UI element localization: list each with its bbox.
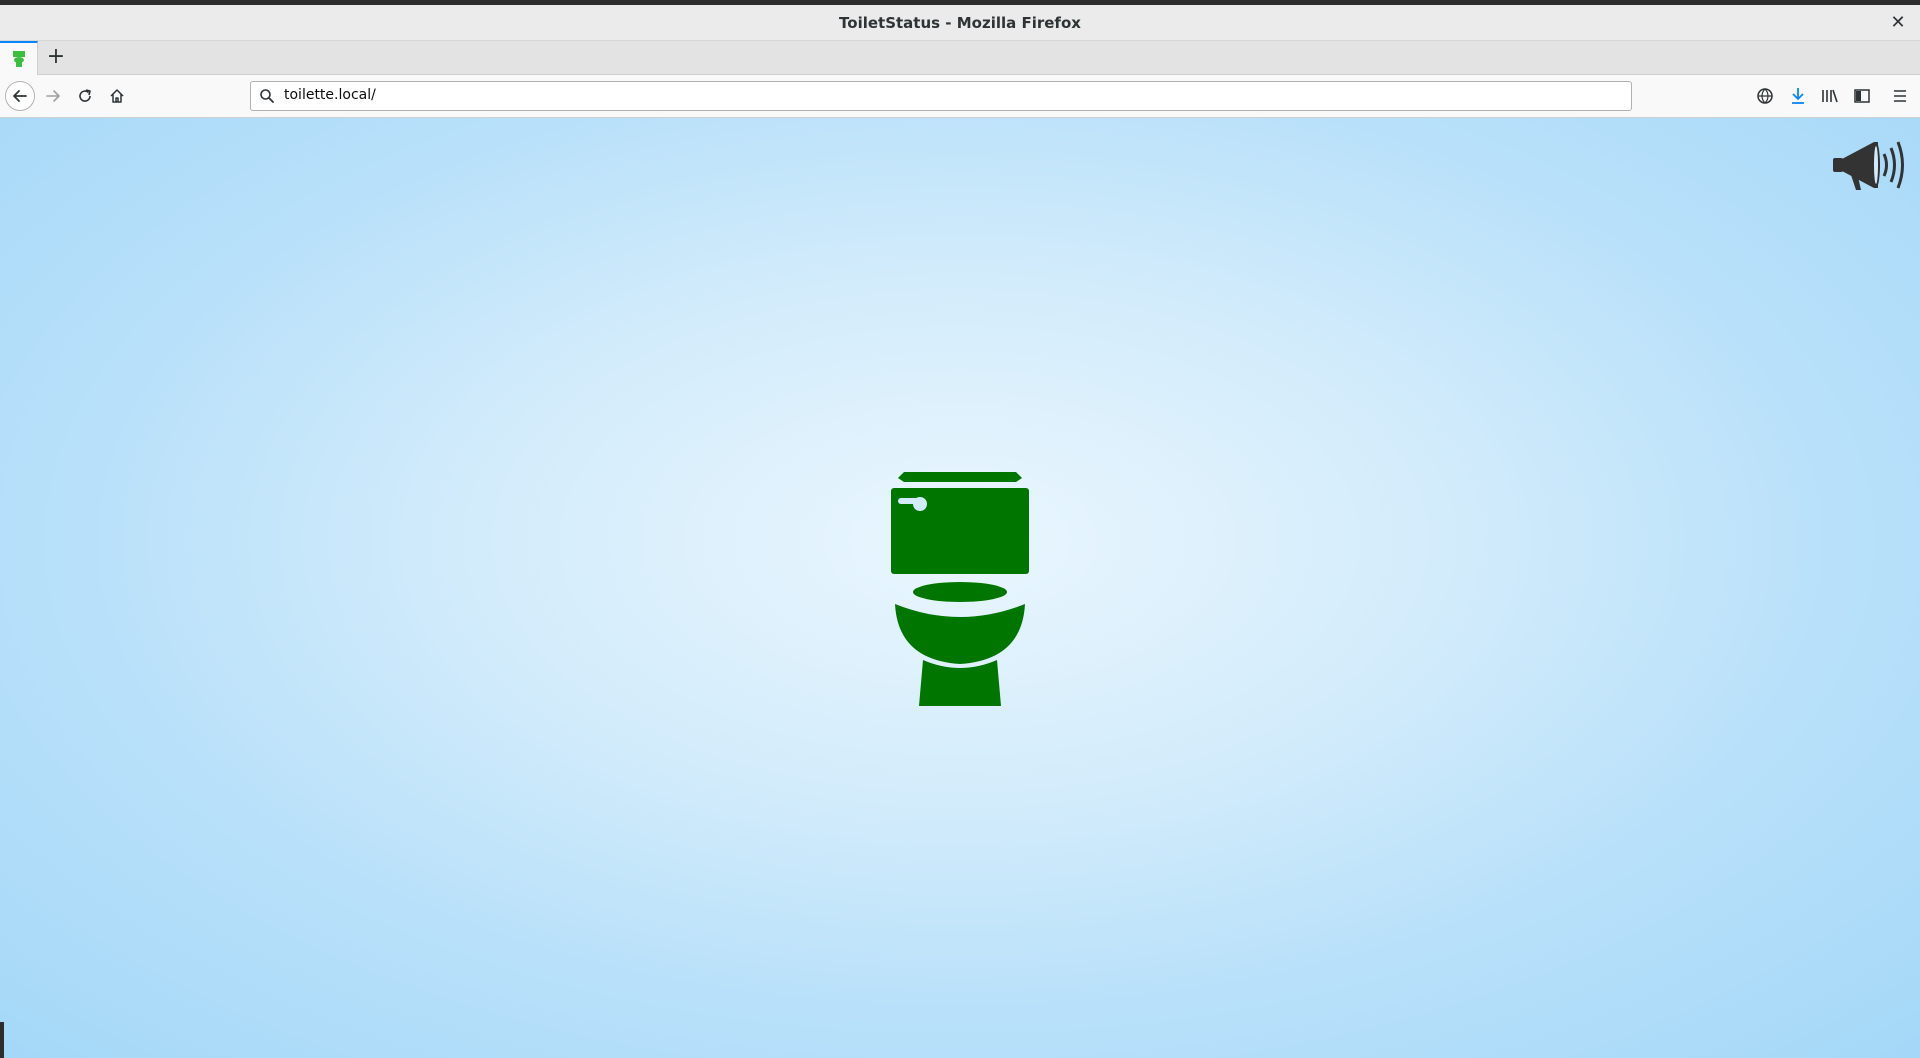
toilet-favicon-icon xyxy=(13,51,25,67)
home-button[interactable] xyxy=(102,81,132,111)
reload-icon xyxy=(79,89,91,102)
forward-button[interactable] xyxy=(38,81,68,111)
new-tab-button[interactable]: + xyxy=(42,43,70,71)
window-edge-decoration xyxy=(0,1022,4,1058)
tab-toiletstatus[interactable] xyxy=(0,41,38,75)
back-button[interactable] xyxy=(5,81,35,111)
download-icon xyxy=(1792,88,1804,104)
menu-button[interactable] xyxy=(1885,81,1915,111)
back-arrow-icon xyxy=(13,90,27,102)
megaphone-icon[interactable] xyxy=(1830,132,1908,194)
tab-strip: + xyxy=(0,41,1920,75)
hamburger-menu-icon xyxy=(1894,90,1906,102)
browser-window: ToiletStatus - Mozilla Firefox ✕ + toile… xyxy=(0,0,1920,1058)
downloads-button[interactable] xyxy=(1783,81,1813,111)
reload-button[interactable] xyxy=(70,81,100,111)
tracking-protection-button[interactable] xyxy=(1750,81,1780,111)
library-button[interactable] xyxy=(1815,81,1845,111)
sidebar-button[interactable] xyxy=(1847,81,1877,111)
url-bar[interactable]: toilette.local/ xyxy=(250,81,1632,111)
navigation-bar: toilette.local/ xyxy=(0,75,1920,118)
forward-arrow-icon xyxy=(46,90,60,102)
page-content xyxy=(0,118,1920,1058)
home-icon xyxy=(110,89,124,103)
title-bar: ToiletStatus - Mozilla Firefox ✕ xyxy=(0,0,1920,41)
window-title: ToiletStatus - Mozilla Firefox xyxy=(839,14,1081,32)
search-icon xyxy=(260,89,274,103)
close-window-button[interactable]: ✕ xyxy=(1888,13,1908,33)
sidebar-icon xyxy=(1854,89,1870,103)
toilet-icon xyxy=(891,472,1029,706)
url-text[interactable]: toilette.local/ xyxy=(284,87,376,103)
globe-icon xyxy=(1757,88,1773,104)
library-icon xyxy=(1822,89,1838,103)
